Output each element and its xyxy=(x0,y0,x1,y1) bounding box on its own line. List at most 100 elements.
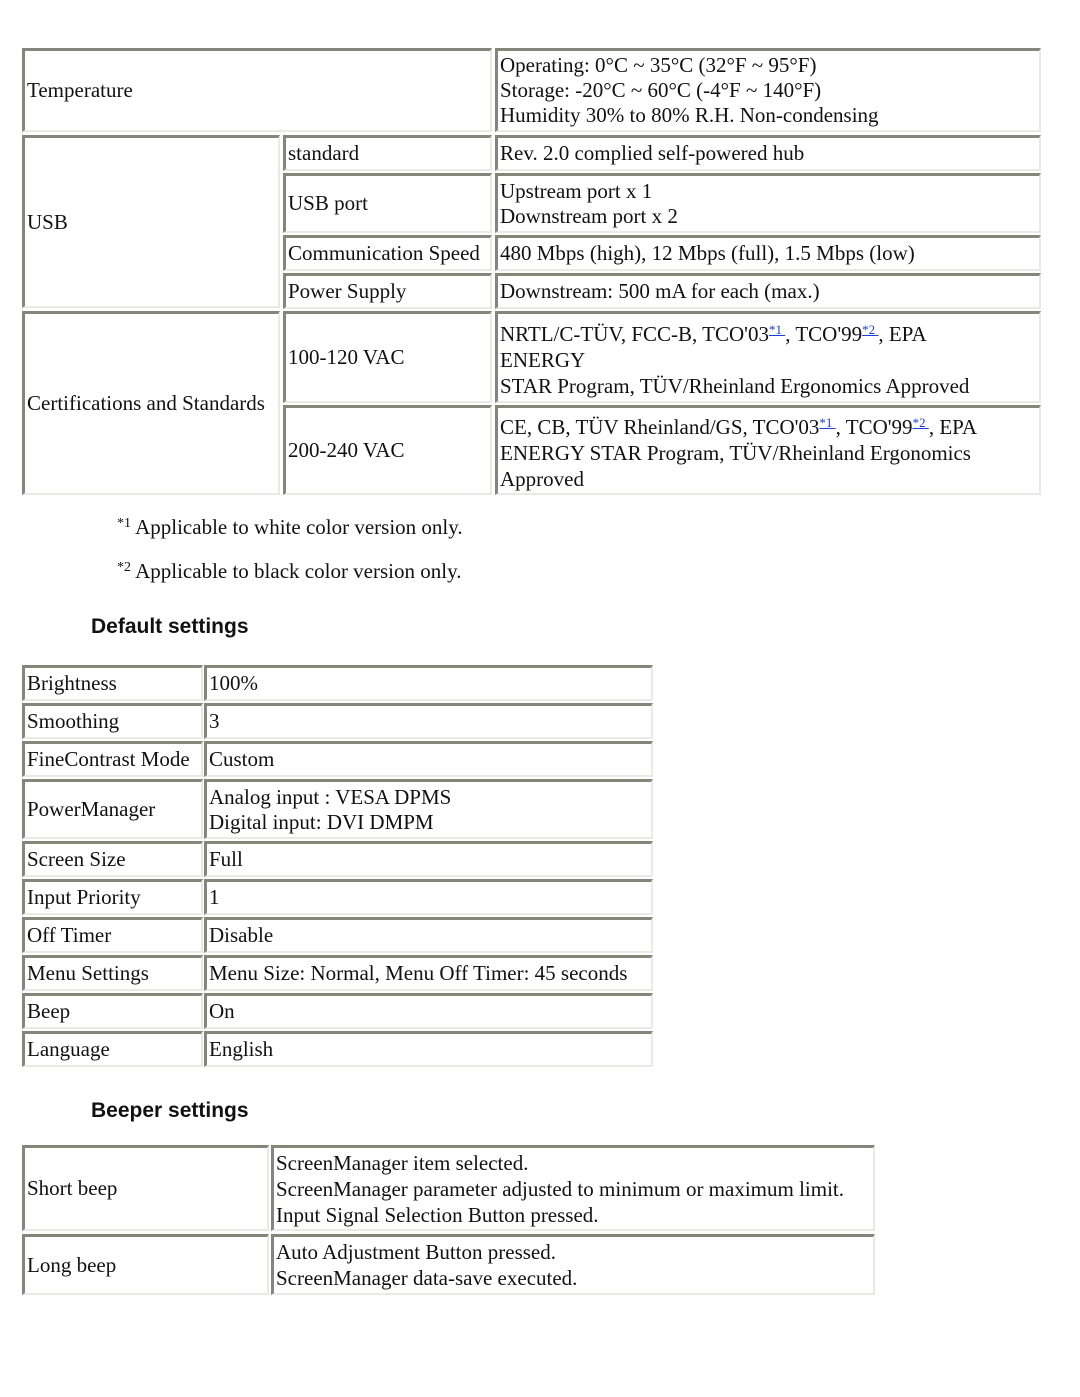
default-setting-label-cell: PowerManager xyxy=(22,779,203,839)
usb-downstream: Downstream port x 2 xyxy=(500,203,678,228)
footnote-1-mark: *1 xyxy=(117,516,131,531)
certifications-label-cell: Certifications and Standards xyxy=(22,311,280,495)
long-beep-label-cell: Long beep xyxy=(22,1234,269,1295)
temperature-humidity: Humidity 30% to 80% R.H. Non-condensing xyxy=(500,103,879,127)
cert-100-label: 100-120 VAC xyxy=(288,345,405,369)
cert-200-suffix: , EPA xyxy=(928,414,978,439)
footnote-1-link[interactable]: *1 xyxy=(769,322,782,337)
cert-200-line3: Approved xyxy=(500,466,584,491)
default-setting-value: Menu Size: Normal, Menu Off Timer: 45 se… xyxy=(209,961,628,985)
usb-speed-label-cell: Communication Speed xyxy=(283,235,492,271)
default-setting-value-cell: Menu Size: Normal, Menu Off Timer: 45 se… xyxy=(204,955,653,991)
footnote-2-link[interactable]: *2 xyxy=(862,322,875,337)
cert-200-line2: ENERGY STAR Program, TÜV/Rheinland Ergon… xyxy=(500,440,971,465)
usb-power-label-cell: Power Supply xyxy=(283,273,492,309)
default-setting-value-cell: Custom xyxy=(204,741,653,777)
cert-100-label-cell: 100-120 VAC xyxy=(283,311,492,403)
long-beep-line: ScreenManager data-save executed. xyxy=(276,1266,578,1290)
long-beep-line: Auto Adjustment Button pressed. xyxy=(276,1240,556,1264)
default-setting-value: Custom xyxy=(209,747,275,771)
short-beep-label-cell: Short beep xyxy=(22,1145,269,1231)
cert-100-suffix: , EPA xyxy=(878,321,927,346)
footnote-1-link[interactable]: *1 xyxy=(819,415,832,430)
temperature-operating: Operating: 0°C ~ 35°C (32°F ~ 95°F) xyxy=(500,53,817,77)
certifications-label: Certifications and Standards xyxy=(27,391,265,415)
default-setting-value-cell: 3 xyxy=(204,703,653,739)
usb-speed-label: Communication Speed xyxy=(288,241,480,265)
default-setting-label: Brightness xyxy=(27,671,117,695)
default-setting-label: FineContrast Mode xyxy=(27,747,190,771)
default-setting-value-cell: 100% xyxy=(204,665,653,701)
cert-100-value-cell: NRTL/C-TÜV, FCC-B, TCO'03*1 , TCO'99*2 ,… xyxy=(495,311,1041,403)
usb-standard-value: Rev. 2.0 complied self-powered hub xyxy=(500,141,805,165)
default-setting-value: Full xyxy=(209,847,243,871)
default-setting-value-cell: On xyxy=(204,993,653,1029)
default-setting-label-cell: Brightness xyxy=(22,665,203,701)
temperature-label: Temperature xyxy=(27,78,133,102)
footnote-2-text: Applicable to black color version only. xyxy=(135,559,462,583)
usb-port-label-cell: USB port xyxy=(283,173,492,233)
default-setting-label-cell: Smoothing xyxy=(22,703,203,739)
default-setting-label: Screen Size xyxy=(27,847,126,871)
default-setting-value-cell: Disable xyxy=(204,917,653,953)
default-setting-label-cell: Menu Settings xyxy=(22,955,203,991)
default-setting-value-cell: Full xyxy=(204,841,653,877)
short-beep-line: ScreenManager parameter adjusted to mini… xyxy=(276,1176,845,1201)
default-setting-value-line: Digital input: DVI DMPM xyxy=(209,809,434,834)
default-setting-label-cell: Off Timer xyxy=(22,917,203,953)
default-setting-label-cell: Beep xyxy=(22,993,203,1029)
usb-port-value-cell: Upstream port x 1 Downstream port x 2 xyxy=(495,173,1041,233)
default-setting-label-cell: Screen Size xyxy=(22,841,203,877)
default-setting-label-cell: Language xyxy=(22,1031,203,1067)
default-setting-label: PowerManager xyxy=(27,797,156,821)
usb-power-label: Power Supply xyxy=(288,279,407,303)
short-beep-line: ScreenManager item selected. xyxy=(276,1150,529,1175)
default-setting-value-cell: English xyxy=(204,1031,653,1067)
temperature-label-cell: Temperature xyxy=(22,48,492,132)
short-beep-label: Short beep xyxy=(27,1176,118,1200)
cert-200-prefix: CE, CB, TÜV Rheinland/GS, TCO'03 xyxy=(500,414,820,439)
cert-200-label-cell: 200-240 VAC xyxy=(283,405,492,495)
cert-100-line2: ENERGY xyxy=(500,347,586,372)
footnote-1-text: Applicable to white color version only. xyxy=(135,515,463,539)
usb-standard-label: standard xyxy=(288,141,360,165)
cert-100-line3: STAR Program, TÜV/Rheinland Ergonomics A… xyxy=(500,373,970,398)
default-setting-value: English xyxy=(209,1037,274,1061)
footnote-2: *2 Applicable to black color version onl… xyxy=(117,559,461,584)
usb-speed-value: 480 Mbps (high), 12 Mbps (full), 1.5 Mbp… xyxy=(500,241,915,265)
footnote-2-mark: *2 xyxy=(117,560,131,575)
cert-200-label: 200-240 VAC xyxy=(288,438,405,462)
usb-label-cell: USB xyxy=(22,135,280,308)
usb-label: USB xyxy=(27,209,68,234)
beeper-settings-heading: Beeper settings xyxy=(91,1099,249,1122)
default-setting-value: 1 xyxy=(209,885,220,909)
default-setting-label-cell: Input Priority xyxy=(22,879,203,915)
default-setting-label-cell: FineContrast Mode xyxy=(22,741,203,777)
default-setting-label: Menu Settings xyxy=(27,961,149,985)
default-setting-value: Disable xyxy=(209,923,274,947)
usb-standard-label-cell: standard xyxy=(283,135,492,171)
default-setting-label: Input Priority xyxy=(27,885,141,909)
default-setting-value-cell: 1 xyxy=(204,879,653,915)
usb-port-label: USB port xyxy=(288,191,368,215)
long-beep-value-cell: Auto Adjustment Button pressed. ScreenMa… xyxy=(271,1234,875,1295)
default-setting-value: 100% xyxy=(209,671,258,695)
default-setting-label: Language xyxy=(27,1037,110,1061)
temperature-storage: Storage: -20°C ~ 60°C (-4°F ~ 140°F) xyxy=(500,78,822,102)
default-setting-value: 3 xyxy=(209,709,220,733)
footnote-1: *1 Applicable to white color version onl… xyxy=(117,515,463,540)
usb-speed-value-cell: 480 Mbps (high), 12 Mbps (full), 1.5 Mbp… xyxy=(495,235,1041,271)
temperature-value-cell: Operating: 0°C ~ 35°C (32°F ~ 95°F) Stor… xyxy=(495,48,1041,132)
cert-200-mid: , TCO'99 xyxy=(835,414,913,439)
long-beep-label: Long beep xyxy=(27,1252,117,1277)
short-beep-value-cell: ScreenManager item selected. ScreenManag… xyxy=(271,1145,875,1231)
usb-standard-value-cell: Rev. 2.0 complied self-powered hub xyxy=(495,135,1041,171)
footnote-2-link[interactable]: *2 xyxy=(913,415,926,430)
cert-100-prefix: NRTL/C-TÜV, FCC-B, TCO'03 xyxy=(500,321,769,346)
usb-upstream: Upstream port x 1 xyxy=(500,178,653,203)
default-setting-value-cell: Analog input : VESA DPMS Digital input: D… xyxy=(204,779,653,839)
default-setting-value-line: Analog input : VESA DPMS xyxy=(209,784,452,809)
default-setting-label: Smoothing xyxy=(27,709,120,733)
default-setting-label: Off Timer xyxy=(27,923,112,947)
default-setting-label: Beep xyxy=(27,999,71,1023)
